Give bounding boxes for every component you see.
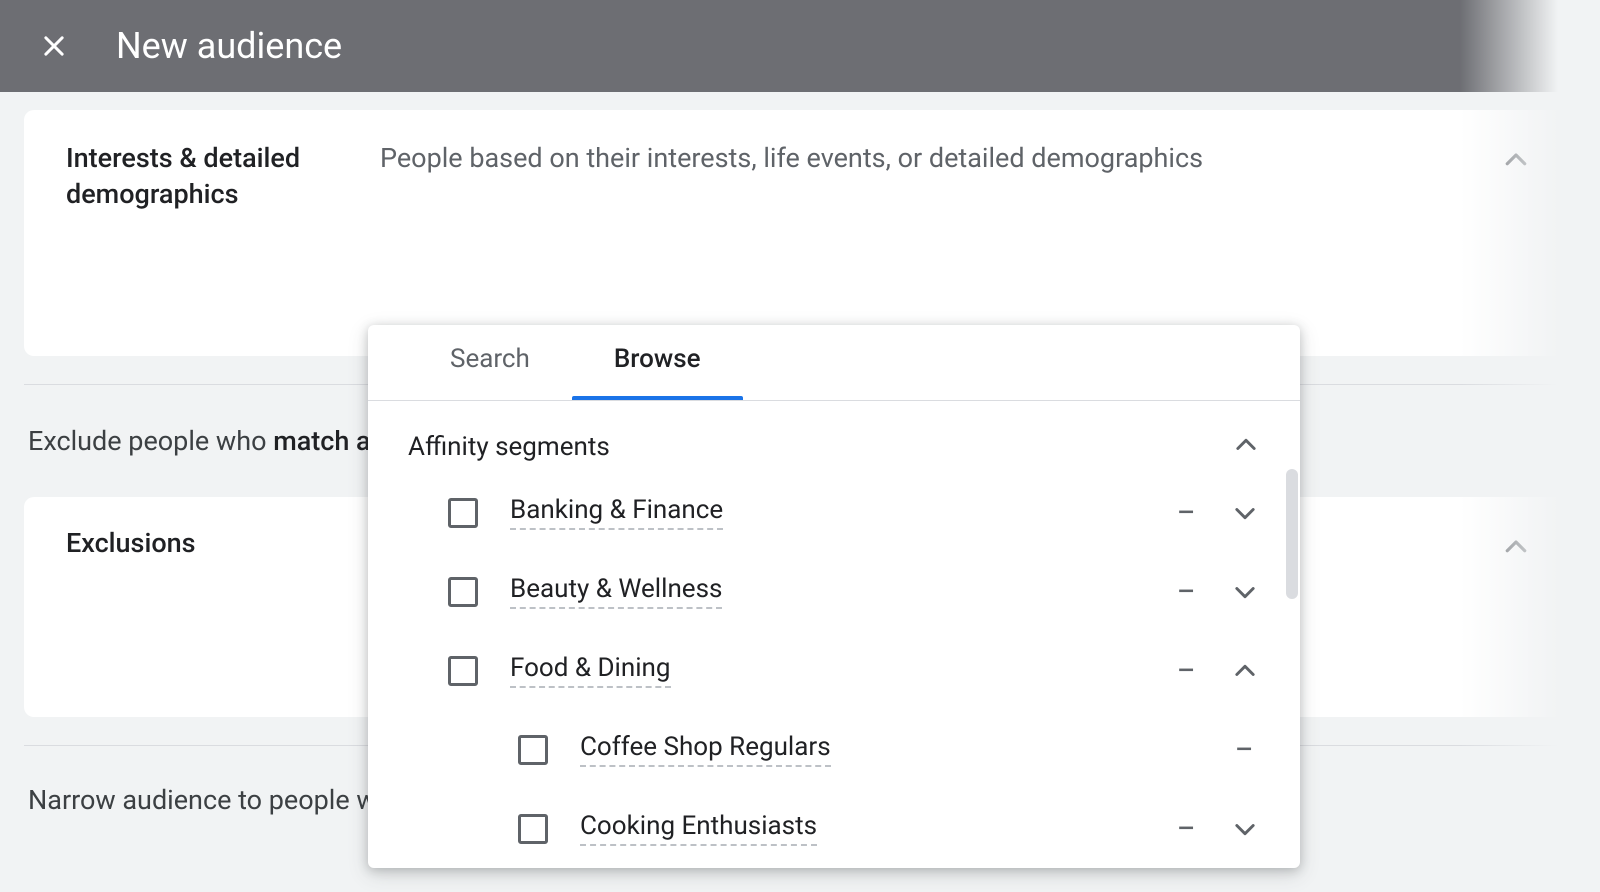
remove-button[interactable]: − (1171, 575, 1202, 609)
checkbox[interactable] (518, 735, 548, 765)
interests-description: People based on their interests, life ev… (380, 140, 1432, 176)
segment-item-label[interactable]: Coffee Shop Regulars (580, 732, 831, 767)
segment-item-label[interactable]: Banking & Finance (510, 495, 723, 530)
remove-button[interactable]: − (1171, 496, 1202, 530)
segment-item[interactable]: Beauty & Wellness − (368, 552, 1300, 631)
checkbox[interactable] (518, 814, 548, 844)
chevron-down-icon (1231, 815, 1259, 843)
exclude-text-prefix: Exclude people who (28, 425, 273, 457)
chevron-up-icon (1231, 657, 1259, 685)
segment-item-label[interactable]: Food & Dining (510, 653, 671, 688)
chevron-up-icon (1232, 431, 1260, 459)
scrollbar-thumb[interactable] (1286, 469, 1298, 599)
tab-search[interactable]: Search (408, 340, 572, 400)
interests-card: Interests & detailed demographics People… (24, 110, 1576, 356)
modal-header: New audience (0, 0, 1600, 92)
content-area: Interests & detailed demographics People… (0, 92, 1600, 816)
segment-item[interactable]: Food & Dining − (368, 631, 1300, 710)
checkbox[interactable] (448, 498, 478, 528)
expand-button[interactable] (1230, 577, 1260, 607)
dropdown-tabs: Search Browse (368, 325, 1300, 401)
segment-item-label[interactable]: Beauty & Wellness (510, 574, 722, 609)
expand-button[interactable] (1230, 814, 1260, 844)
affinity-segments-header[interactable]: Affinity segments (368, 401, 1300, 473)
dropdown-body: Affinity segments Banking & Finance − (368, 401, 1300, 868)
segment-item[interactable]: Banking & Finance − (368, 473, 1300, 552)
exclusions-title: Exclusions (66, 527, 196, 559)
remove-button[interactable]: − (1171, 654, 1202, 688)
expand-button[interactable] (1230, 498, 1260, 528)
close-icon[interactable] (40, 32, 68, 60)
remove-button[interactable]: − (1229, 733, 1260, 767)
exclusions-collapse-button[interactable] (1496, 527, 1536, 567)
checkbox[interactable] (448, 577, 478, 607)
tab-browse[interactable]: Browse (572, 340, 743, 400)
chevron-down-icon (1231, 499, 1259, 527)
chevron-down-icon (1231, 578, 1259, 606)
collapse-button[interactable] (1230, 656, 1260, 686)
chevron-up-icon (1501, 145, 1531, 175)
interests-collapse-button[interactable] (1496, 140, 1536, 180)
segment-child-item[interactable]: Coffee Shop Regulars − (368, 710, 1300, 789)
browse-dropdown-panel: Search Browse Affinity segments Banking … (368, 325, 1300, 868)
remove-button[interactable]: − (1171, 812, 1202, 846)
segment-collapse-button[interactable] (1232, 431, 1260, 463)
chevron-up-icon (1501, 532, 1531, 562)
checkbox[interactable] (448, 656, 478, 686)
segment-title: Affinity segments (408, 432, 610, 462)
page-title: New audience (116, 25, 342, 67)
interests-title: Interests & detailed demographics (66, 140, 316, 213)
segment-child-item[interactable]: Cooking Enthusiasts − (368, 789, 1300, 868)
segment-item-label[interactable]: Cooking Enthusiasts (580, 811, 817, 846)
